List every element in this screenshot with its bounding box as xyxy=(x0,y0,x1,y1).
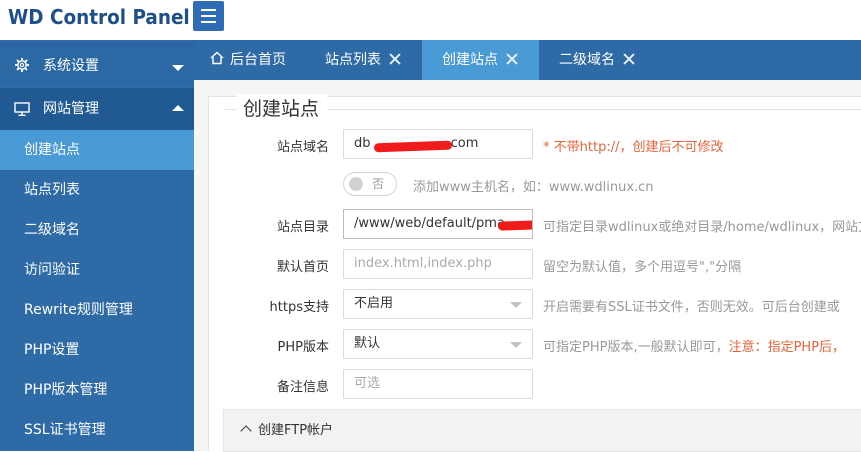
sidebar: 系统设置 网站管理 创建站点 站点列表 二级域名 访问验证 Rewrite规则管… xyxy=(0,40,194,451)
sidebar-item-label: SSL证书管理 xyxy=(24,422,106,438)
domain-input[interactable]: db .com xyxy=(343,129,533,159)
menu-icon-bar xyxy=(201,21,216,23)
php-hint-warning: 注意：指定PHP后， xyxy=(728,340,846,355)
app-logo: WD Control Panel xyxy=(8,5,190,29)
domain-hint: * 不带http://，创建后不可修改 xyxy=(543,140,724,155)
https-label: https支持 xyxy=(269,300,329,315)
domain-value-start: db xyxy=(354,136,371,151)
tab-create-site[interactable]: 创建站点 xyxy=(422,40,539,80)
php-hint: 可指定PHP版本,一般默认即可，注意：指定PHP后， xyxy=(543,336,845,355)
toggle-knob xyxy=(349,177,363,191)
php-select[interactable]: 默认 xyxy=(343,329,533,359)
sidebar-item-settings[interactable]: 系统设置 xyxy=(0,43,194,83)
sidebar-item-ssl[interactable]: SSL证书管理 xyxy=(0,410,194,450)
sidebar-item-label: 创建站点 xyxy=(24,142,80,158)
tab-label: 创建站点 xyxy=(442,52,498,68)
close-icon[interactable] xyxy=(389,53,401,65)
create-site-form: 创建站点 站点域名 db .com * 不带http://，创建后不可修改 否 添… xyxy=(208,94,861,452)
tab-label: 站点列表 xyxy=(325,52,381,68)
tab-site-list[interactable]: 站点列表 xyxy=(325,40,401,80)
domain-label: 站点域名 xyxy=(276,140,329,155)
tab-home[interactable]: 后台首页 xyxy=(208,40,294,80)
https-select[interactable]: 不启用 xyxy=(343,289,533,319)
https-hint: 开启需要有SSL证书文件，否则无效。可后台创建或 xyxy=(543,300,840,315)
directory-input[interactable]: /www/web/default/pma_ xyxy=(343,209,533,239)
sidebar-item-php-versions[interactable]: PHP版本管理 xyxy=(0,370,194,410)
directory-value: /www/web/default/pma_ xyxy=(354,216,512,231)
index-label: 默认首页 xyxy=(276,260,329,275)
sidebar-item-website[interactable]: 网站管理 xyxy=(0,88,194,130)
gear-icon xyxy=(15,58,29,72)
www-toggle[interactable]: 否 xyxy=(343,172,397,196)
menu-icon-bar xyxy=(201,15,216,17)
www-hint: 添加www主机名，如：www.wdlinux.cn xyxy=(413,180,654,195)
ftp-section-label: 创建FTP帐户 xyxy=(258,423,334,438)
sidebar-item-site-list[interactable]: 站点列表 xyxy=(0,170,194,210)
toggle-label: 否 xyxy=(372,177,385,191)
page-title: 创建站点 xyxy=(237,94,328,121)
tab-subdomain[interactable]: 二级域名 xyxy=(559,40,635,80)
directory-hint: 可指定目录wdlinux或绝对目录/home/wdlinux，网站文 xyxy=(543,220,861,235)
note-label: 备注信息 xyxy=(276,380,329,395)
chevron-up-icon xyxy=(172,105,184,111)
sidebar-item-rewrite[interactable]: Rewrite规则管理 xyxy=(0,290,194,330)
sidebar-item-website-label: 网站管理 xyxy=(43,101,99,117)
sidebar-item-settings-label: 系统设置 xyxy=(43,58,99,74)
sidebar-item-label: 二级域名 xyxy=(24,222,80,238)
top-bar: WD Control Panel xyxy=(0,0,861,40)
ftp-section-toggle[interactable]: 创建FTP帐户 xyxy=(223,409,861,452)
sidebar-item-subdomain[interactable]: 二级域名 xyxy=(0,210,194,250)
note-input[interactable]: 可选 xyxy=(343,369,533,399)
home-icon xyxy=(210,51,224,65)
https-select-value: 不启用 xyxy=(354,296,394,311)
tab-bar: 后台首页 站点列表 创建站点 二级域名 xyxy=(194,40,861,80)
chevron-down-icon xyxy=(172,65,184,71)
index-input[interactable]: index.html,index.php xyxy=(343,249,533,279)
directory-label: 站点目录 xyxy=(276,220,329,235)
sidebar-item-label: 站点列表 xyxy=(24,182,80,198)
sidebar-item-label: Rewrite规则管理 xyxy=(24,302,133,318)
monitor-icon xyxy=(14,102,30,117)
menu-icon xyxy=(201,9,216,11)
close-icon[interactable] xyxy=(623,53,635,65)
close-icon[interactable] xyxy=(506,53,518,65)
index-hint: 留空为默认值，多个用逗号","分隔 xyxy=(543,260,742,275)
redaction-mark xyxy=(373,140,453,153)
tab-label: 二级域名 xyxy=(559,52,615,68)
php-hint-text: 可指定PHP版本,一般默认即可， xyxy=(543,340,729,355)
chevron-up-icon xyxy=(240,425,252,437)
menu-toggle-button[interactable] xyxy=(193,1,224,31)
php-select-value: 默认 xyxy=(354,336,381,351)
redaction-mark xyxy=(497,220,532,231)
sidebar-item-create-site[interactable]: 创建站点 xyxy=(0,130,194,170)
sidebar-item-label: PHP版本管理 xyxy=(24,382,108,398)
tab-label: 后台首页 xyxy=(230,52,286,68)
sidebar-item-label: PHP设置 xyxy=(24,342,80,358)
sidebar-item-label: 访问验证 xyxy=(24,262,80,278)
php-label: PHP版本 xyxy=(277,340,329,355)
main-content: 创建站点 站点域名 db .com * 不带http://，创建后不可修改 否 添… xyxy=(194,80,861,452)
sidebar-item-php-settings[interactable]: PHP设置 xyxy=(0,330,194,370)
chevron-down-icon xyxy=(510,302,522,308)
chevron-down-icon xyxy=(510,342,522,348)
sidebar-item-access-auth[interactable]: 访问验证 xyxy=(0,250,194,290)
